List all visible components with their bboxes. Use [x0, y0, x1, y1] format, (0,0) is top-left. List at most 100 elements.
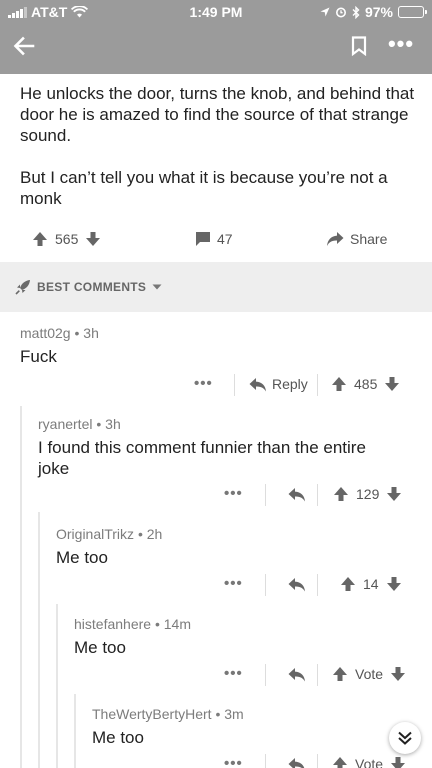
comment-text: Me too [92, 728, 144, 747]
comment-score: 129 [356, 486, 380, 502]
upvote-icon[interactable] [332, 666, 348, 682]
post-score: 565 [55, 231, 79, 247]
back-button[interactable] [12, 34, 36, 58]
comment-text: Me too [56, 548, 108, 567]
divider [265, 664, 266, 686]
comment: matt02g • 3h Fuck ••• Reply 485 [20, 325, 420, 405]
bookmark-button[interactable] [351, 36, 371, 58]
upvote-icon[interactable] [331, 376, 347, 392]
comment-author[interactable]: OriginalTrikz [56, 526, 134, 542]
comment-meta: OriginalTrikz • 2h [56, 526, 163, 542]
comment-author[interactable]: TheWertyBertyHert [92, 706, 212, 722]
comment-vote: Vote [332, 666, 406, 682]
comment-score: 485 [354, 376, 378, 392]
comment-actions: ••• Vote [92, 754, 420, 768]
divider [234, 374, 235, 396]
comment-more-button[interactable]: ••• [224, 755, 243, 768]
post-vote: 565 [32, 231, 101, 247]
next-comment-button[interactable] [389, 722, 421, 754]
comment-meta: histefanhere • 14m [74, 616, 191, 632]
comment-author[interactable]: histefanhere [74, 616, 151, 632]
location-icon [320, 7, 330, 17]
double-chevron-down-icon [398, 731, 412, 745]
thread-line [20, 406, 22, 768]
post-action-bar: 565 47 Share [0, 227, 432, 253]
downvote-icon[interactable] [386, 486, 402, 502]
status-bar: AT&T 1:49 PM 97% [0, 0, 432, 24]
divider [317, 664, 318, 686]
divider [265, 484, 266, 506]
post-comments-button[interactable]: 47 [195, 231, 233, 247]
share-icon [327, 232, 344, 246]
downvote-icon[interactable] [390, 756, 406, 768]
comment-vote: 129 [333, 486, 402, 502]
comment-more-button[interactable]: ••• [194, 375, 213, 392]
thread-line [38, 512, 40, 768]
reply-icon[interactable] [288, 577, 306, 592]
comment-icon [196, 232, 210, 246]
comment-score: 14 [363, 576, 379, 592]
battery-percent: 97% [364, 4, 393, 20]
downvote-icon[interactable] [386, 576, 402, 592]
reply-button[interactable]: Reply [249, 376, 308, 392]
comment: histefanhere • 14m Me too ••• Vote [74, 616, 420, 692]
reply-icon [249, 377, 266, 391]
comment-age: 2h [146, 526, 163, 542]
comment-text: Fuck [20, 347, 57, 366]
bookmark-icon [351, 36, 367, 57]
post-paragraph: But I can’t tell you what it is because … [20, 168, 388, 208]
comment-vote: 14 [340, 576, 402, 592]
rocket-icon [15, 280, 30, 295]
downvote-icon[interactable] [384, 376, 400, 392]
post-paragraph: He unlocks the door, turns the knob, and… [20, 84, 415, 145]
downvote-icon[interactable] [390, 666, 406, 682]
share-button[interactable]: Share [326, 231, 387, 247]
comment-actions: ••• Reply 485 [20, 374, 420, 396]
share-label: Share [350, 231, 388, 247]
alarm-icon [335, 7, 346, 18]
divider [317, 574, 318, 596]
comment-age: 3h [83, 325, 99, 341]
reply-icon[interactable] [288, 667, 306, 682]
comment: ryanertel • 3h I found this comment funn… [38, 416, 420, 516]
divider [265, 574, 266, 596]
comment-age: 3m [224, 706, 244, 722]
thread-line [56, 604, 58, 768]
comment-more-button[interactable]: ••• [224, 485, 243, 502]
comment-more-button[interactable]: ••• [224, 575, 243, 592]
app-header: AT&T 1:49 PM 97% ••• [0, 0, 432, 74]
reply-icon[interactable] [288, 757, 306, 768]
comment-author[interactable]: matt02g [20, 325, 71, 341]
upvote-icon[interactable] [340, 576, 356, 592]
comment-vote: Vote [332, 756, 406, 768]
divider [265, 754, 266, 768]
divider [317, 754, 318, 768]
arrow-left-icon [13, 36, 35, 56]
reply-label: Reply [272, 376, 308, 392]
comment-actions: ••• Vote [74, 664, 420, 686]
comment-sort-bar[interactable]: BEST COMMENTS [0, 262, 432, 312]
comment-vote: 485 [331, 376, 400, 392]
comment-author[interactable]: ryanertel [38, 416, 92, 432]
upvote-icon[interactable] [32, 231, 48, 247]
comment-more-button[interactable]: ••• [224, 665, 243, 682]
sort-label: BEST COMMENTS [37, 280, 147, 294]
reply-icon[interactable] [288, 487, 306, 502]
comment-text: I found this comment funnier than the en… [38, 438, 366, 478]
upvote-icon[interactable] [333, 486, 349, 502]
comment-meta: matt02g • 3h [20, 325, 99, 341]
comment-text: Me too [74, 638, 126, 657]
more-options-button[interactable]: ••• [384, 33, 418, 58]
comment: TheWertyBertyHert • 3m Me too ••• Vote [92, 706, 420, 768]
comment-actions: ••• 14 [56, 574, 420, 596]
downvote-icon[interactable] [85, 231, 101, 247]
divider [317, 484, 318, 506]
post-body: He unlocks the door, turns the knob, and… [20, 83, 415, 230]
divider [317, 374, 318, 396]
upvote-icon[interactable] [332, 756, 348, 768]
comment-age: 3h [105, 416, 121, 432]
comment-actions: ••• 129 [38, 484, 420, 506]
comment-meta: TheWertyBertyHert • 3m [92, 706, 244, 722]
battery-icon [398, 6, 427, 18]
comment-age: 14m [163, 616, 191, 632]
